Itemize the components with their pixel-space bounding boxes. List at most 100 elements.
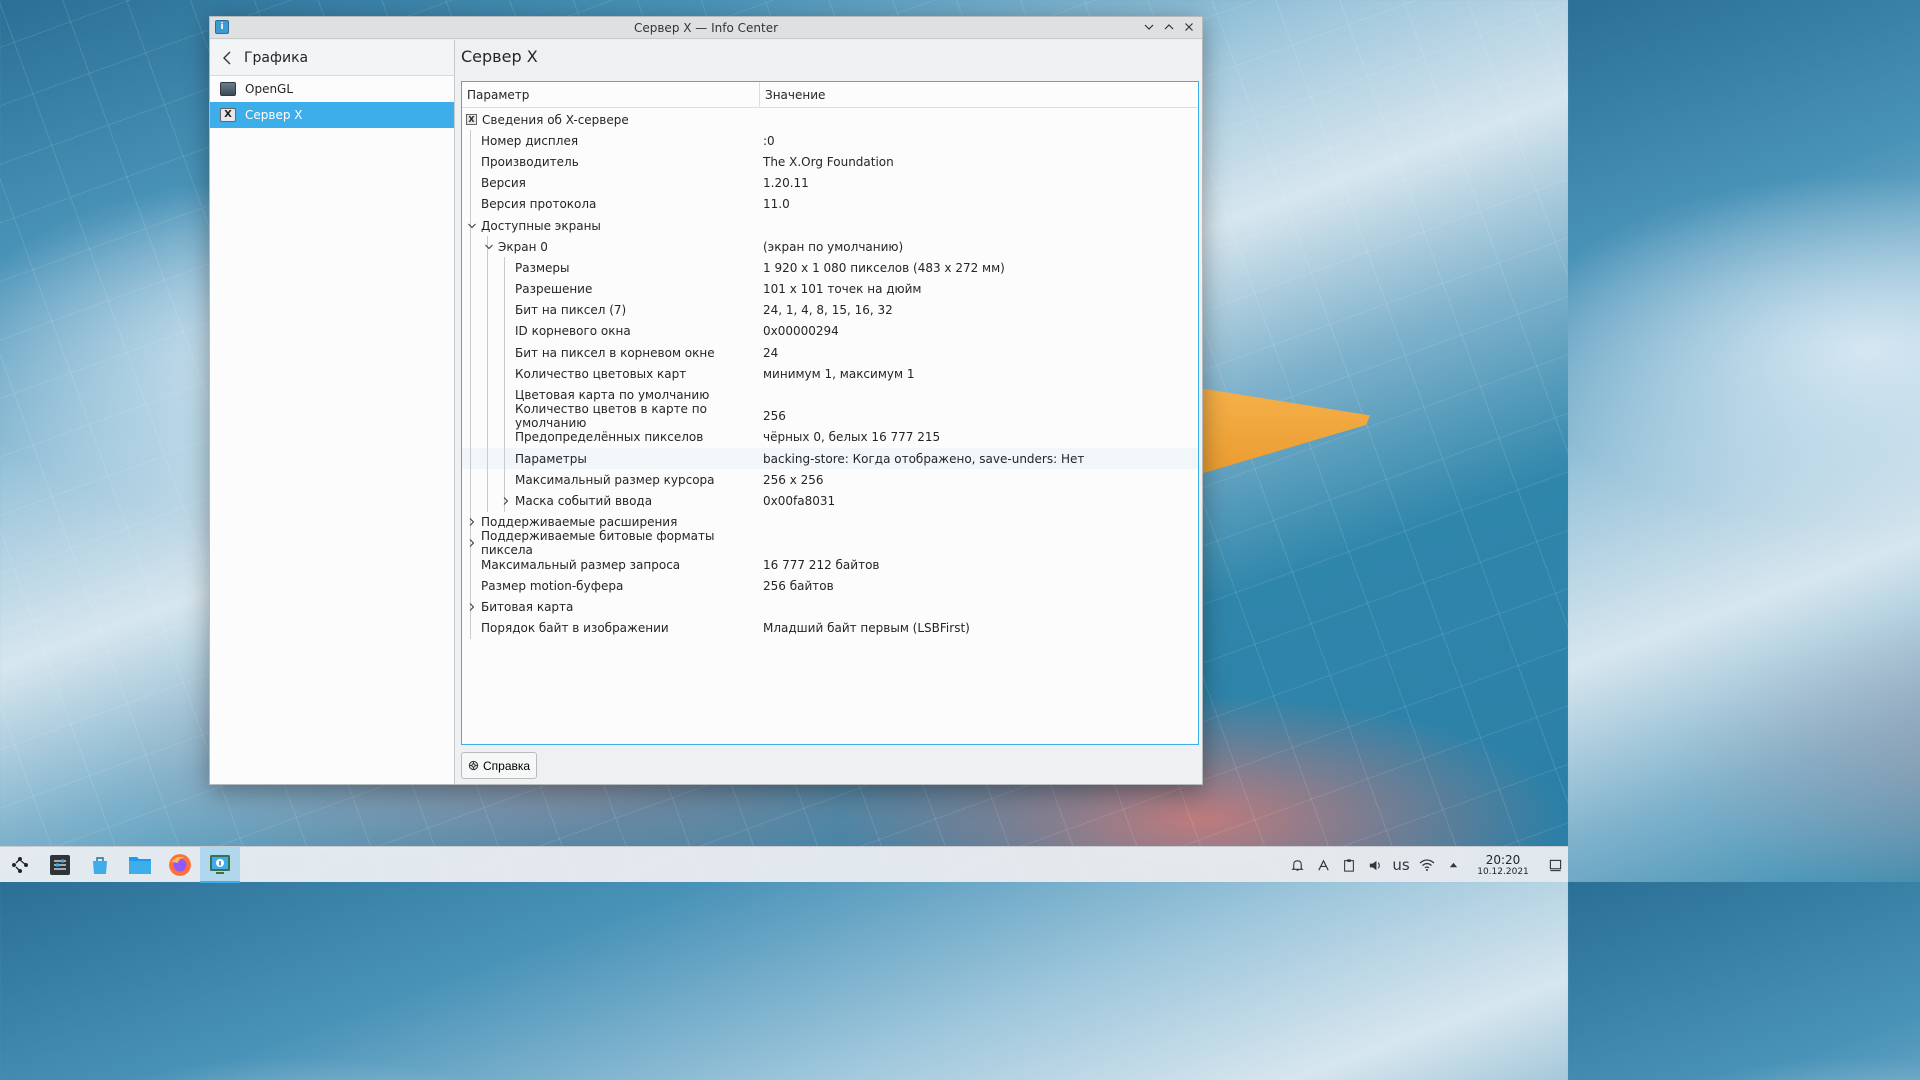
x-server-icon: X [220, 108, 236, 122]
tree-guide-line [470, 617, 471, 639]
column-header-value[interactable]: Значение [760, 82, 825, 107]
keyboard-layout-indicator[interactable]: us [1388, 847, 1414, 883]
back-button[interactable]: Графика [210, 40, 454, 76]
tree-guide-line [470, 553, 471, 576]
application-launcher[interactable] [0, 847, 40, 883]
tree-row-label: Максимальный размер курсора [515, 472, 715, 487]
tree-guide-line [487, 490, 488, 512]
digital-clock[interactable]: 20:20 10.12.2021 [1472, 853, 1534, 877]
tree-row[interactable]: Версия протокола 11.0 [462, 193, 1198, 215]
tree-row-label: Порядок байт в изображении [481, 621, 669, 636]
monitor-icon [220, 82, 236, 96]
tree-cell-value: 24, 1, 4, 8, 15, 16, 32 [763, 303, 893, 318]
tree-row[interactable]: Максимальный размер курсора 256 x 256 [462, 469, 1198, 491]
tree-guide-line [470, 490, 471, 512]
chevron-right-icon[interactable] [467, 602, 477, 612]
tree-row[interactable]: Разрешение 101 x 101 точек на дюйм [462, 278, 1198, 300]
tree-cell-parameter: Порядок байт в изображении [462, 617, 760, 639]
tree-cell-parameter: Количество цветовых карт [462, 363, 760, 385]
chevron-down-icon[interactable] [484, 242, 494, 252]
close-button[interactable] [1182, 20, 1196, 34]
tree-cell-parameter: Количество цветов в карте по умолчанию [462, 402, 760, 430]
sidebar-item-x-server[interactable]: X Сервер X [210, 102, 454, 128]
tree-row-label: Бит на пиксел (7) [515, 303, 627, 318]
tree-cell-parameter: Поддерживаемые битовые форматы пиксела [462, 529, 760, 557]
taskbar-info-center[interactable] [200, 846, 240, 883]
taskbar-firefox[interactable] [160, 847, 200, 883]
titlebar[interactable]: i Сервер X — Info Center [210, 17, 1202, 39]
tree-row[interactable]: Параметры backing-store: Когда отображено… [462, 448, 1198, 470]
tree-guide-line [470, 320, 471, 343]
column-header-parameter[interactable]: Параметр [462, 82, 760, 107]
kde-connect-icon[interactable] [1310, 847, 1336, 883]
system-tray: us 20:20 10.12.2021 [1284, 847, 1568, 883]
tree-row[interactable]: Номер дисплея:0 [462, 130, 1198, 152]
tree-row[interactable]: ID корневого окна 0x00000294 [462, 320, 1198, 343]
tree-cell-parameter: Бит на пиксел в корневом окне [462, 342, 760, 364]
notifications-icon[interactable] [1284, 847, 1310, 883]
chevron-right-icon[interactable] [501, 496, 511, 506]
tree-guide-line [470, 363, 471, 385]
tree-guide-line [470, 257, 471, 279]
tree-guide-line [504, 257, 505, 279]
tree-guide-line [470, 405, 471, 427]
chevron-right-icon[interactable] [467, 538, 477, 548]
taskbar-system-settings[interactable] [40, 847, 80, 883]
sidebar-item-label: Сервер X [245, 108, 303, 122]
tree-guide-line [470, 342, 471, 364]
tree-row[interactable]: Производитель The X.Org Foundation [462, 151, 1198, 173]
tree-guide-line [470, 193, 471, 215]
tree-row-label: Размер motion-буфера [481, 578, 624, 593]
tree-row[interactable]: Поддерживаемые битовые форматы пиксела [462, 529, 1198, 557]
sidebar: Графика OpenGL X Сервер X [210, 40, 455, 784]
chevron-right-icon[interactable] [467, 517, 477, 527]
tree-row[interactable]: Предопределённых пикселов чёрных 0, белых… [462, 426, 1198, 448]
sidebar-item-label: OpenGL [245, 82, 294, 96]
tree-guide-line [487, 342, 488, 364]
tree-row[interactable]: X Сведения об X-сервере [462, 109, 1198, 130]
tree-guide-line [504, 448, 505, 470]
clipboard-icon[interactable] [1336, 847, 1362, 883]
help-button[interactable]: Справка [461, 752, 538, 779]
tree-row[interactable]: Доступные экраны [462, 214, 1198, 237]
minimize-button[interactable] [1142, 20, 1156, 34]
tree-row-label: Экран 0 [498, 239, 548, 254]
volume-icon[interactable] [1362, 847, 1388, 883]
chevron-up-icon [1164, 24, 1174, 30]
tree-row-label: Количество цветовых карт [515, 366, 687, 381]
tree-guide-line [470, 278, 471, 300]
tree-row[interactable]: Количество цветовых карт минимум 1, макси… [462, 363, 1198, 385]
tree-cell-parameter: Битовая карта [462, 596, 760, 618]
maximize-button[interactable] [1162, 20, 1176, 34]
tree-cell-value: 1 920 x 1 080 пикселов (483 x 272 мм) [763, 260, 1005, 275]
tree-cell-parameter: Версия [462, 172, 760, 194]
tree-row[interactable]: Битовая карта [462, 596, 1198, 618]
x-server-icon: X [466, 114, 477, 126]
tree-cell-parameter: Предопределённых пикселов [462, 426, 760, 448]
tree-row[interactable]: Бит на пиксел в корневом окне 24 [462, 342, 1198, 364]
tree-row-label: Предопределённых пикселов [515, 430, 704, 445]
tree-row[interactable]: Количество цветов в карте по умолчанию 25… [462, 402, 1198, 430]
tree-row[interactable]: Бит на пиксел (7) 24, 1, 4, 8, 15, 16, 32 [462, 299, 1198, 321]
tray-expand-arrow-icon[interactable] [1440, 847, 1466, 883]
taskbar-file-manager[interactable] [120, 847, 160, 883]
tree-row[interactable]: Максимальный размер запроса 16 777 212 ба… [462, 553, 1198, 576]
info-tree[interactable]: Параметр Значение X Сведения об X-сервере… [461, 81, 1199, 745]
sidebar-item-opengl[interactable]: OpenGL [210, 76, 454, 102]
tree-cell-value: 256 байтов [763, 578, 834, 593]
tree-row[interactable]: Экран 0 (экран по умолчанию) [462, 236, 1198, 258]
tree-cell-value: 101 x 101 точек на дюйм [763, 282, 922, 297]
info-center-app-icon[interactable]: i [215, 20, 229, 34]
tree-row-label: Номер дисплея [481, 133, 579, 148]
tree-row[interactable]: Маска событий ввода 0x00fa8031 [462, 490, 1198, 512]
tree-row[interactable]: Размеры 1 920 x 1 080 пикселов (483 x 272… [462, 257, 1198, 279]
taskbar-discover[interactable] [80, 847, 120, 883]
show-desktop-icon[interactable] [1542, 847, 1568, 883]
chevron-down-icon[interactable] [467, 221, 477, 231]
tree-guide-line [487, 299, 488, 321]
wifi-icon[interactable] [1414, 847, 1440, 883]
page-title: Сервер X [461, 47, 538, 66]
tree-row[interactable]: Версия 1.20.11 [462, 172, 1198, 194]
tree-row[interactable]: Порядок байт в изображении Младший байт п… [462, 617, 1198, 639]
tree-row[interactable]: Размер motion-буфера 256 байтов [462, 575, 1198, 597]
